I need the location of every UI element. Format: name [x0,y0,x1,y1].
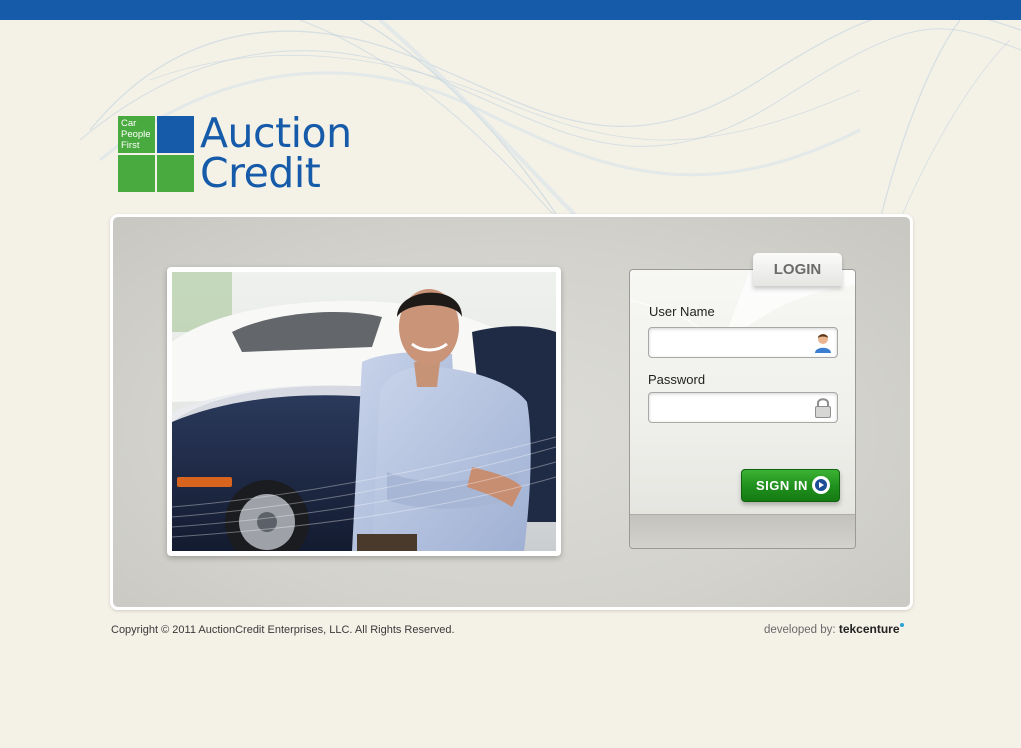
developer-logo[interactable]: tekcenture [839,622,900,636]
developed-by: developed by: tekcenture [764,622,904,636]
main-panel: LOGIN User Name Password SIGN IN [110,214,913,610]
tagline-line: People [121,129,151,140]
tagline-line: First [121,140,140,151]
username-field-wrapper [648,327,838,358]
tagline-line: Car [121,118,137,129]
password-field-wrapper [648,392,838,423]
developed-by-label: developed by: [764,624,836,636]
lock-icon [815,398,831,418]
sign-in-label: SIGN IN [756,478,808,493]
password-input[interactable] [649,393,805,420]
salesman-photo-art [172,272,556,551]
copyright-text: Copyright © 2011 AuctionCredit Enterpris… [111,624,455,636]
logo-tile: Car People First [118,116,155,153]
user-icon [815,334,831,353]
logo-word-auction: Auction [200,109,352,157]
username-label: User Name [649,304,715,319]
logo-word-credit: Credit [200,149,321,197]
salesman-photo [172,272,556,551]
login-tab: LOGIN [753,253,842,286]
logo-tile [157,116,194,153]
username-input[interactable] [649,328,805,355]
login-box-footer [630,514,855,548]
sign-in-button[interactable]: SIGN IN [741,469,840,502]
password-label: Password [648,372,706,387]
logo-tile [118,155,155,192]
developer-logo-dot-icon [899,623,904,627]
logo: Car People First Auction Credit [118,109,368,197]
arrow-right-circle-icon [812,476,830,494]
logo-tile [157,155,194,192]
logo-tagline: Car People First [121,118,151,151]
photo-frame [167,267,561,556]
top-bar [0,0,1021,20]
